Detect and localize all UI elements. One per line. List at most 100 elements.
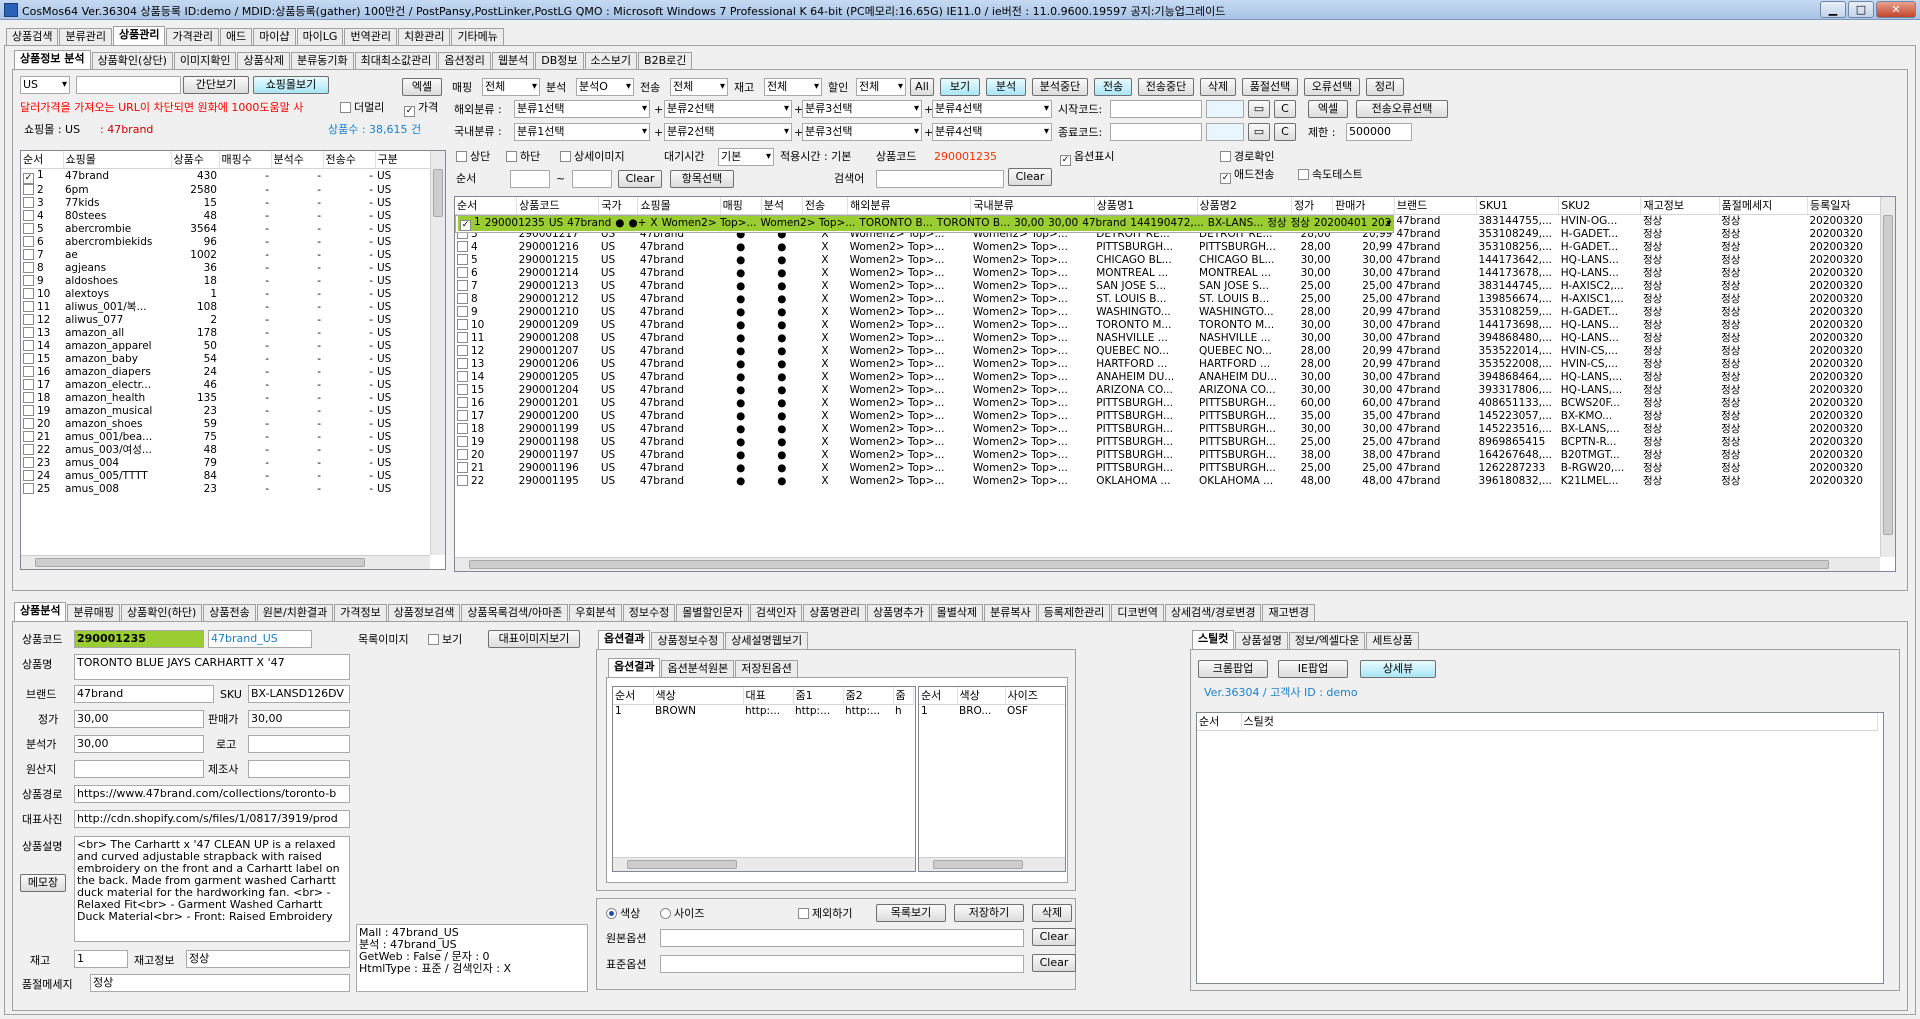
mall-col-header[interactable]: 순서 [21,151,64,169]
domestic-cat4[interactable]: 분류4선택 [932,123,1052,141]
product-col-header[interactable]: 쇼핑몰 [637,197,721,215]
option-right-table[interactable]: 순서색상사이즈정가판 1BRO...OSF30,0030, [918,686,1066,872]
row-checkbox[interactable] [457,305,468,317]
bottom-tab-19[interactable]: 재고변경 [1262,604,1315,621]
product-table-vscroll[interactable] [1880,197,1895,557]
bottom-tab-15[interactable]: 분류복사 [984,604,1037,621]
bottom-tab-4[interactable]: 원본/치환결과 [256,604,334,621]
table-row[interactable]: 11 290001208 US 47brand ● ● X Women2> Top>... Wo… [455,331,1895,345]
option-show-checkbox[interactable]: ✓ 옵션표시 [1060,150,1114,166]
option-col-header[interactable]: 순서 [613,687,654,705]
logo-field[interactable] [248,735,350,753]
table-row[interactable]: 18 amazon_health 135- - - US [21,391,431,405]
table-row[interactable]: ✓ 1 290001235 US 47brand ● ●+ X Women2> Top>... W… [455,214,1395,233]
still-tab-3[interactable]: 세트상품 [1366,632,1419,649]
option-col-header[interactable]: 색상 [957,687,1006,705]
main-tab-3[interactable]: 가격관리 [166,28,219,45]
wait-select[interactable]: 기본 [718,148,774,166]
row-checkbox[interactable] [457,266,468,278]
analysis-price-field[interactable]: 30,00 [74,735,204,753]
error-select-button[interactable]: 오류선택 [1304,78,1360,96]
order-clear-button[interactable]: Clear [618,170,662,188]
table-row[interactable]: 23 amus_004 79- - - US [21,456,431,470]
memo-button[interactable]: 메모장 [20,874,66,892]
option-left-table[interactable]: 순서 색상 대표 줌1 줌2 줌 1 BROWN http:... http:... http:.… [612,686,916,872]
sub-tab-0[interactable]: 상품정보 분석 [14,50,91,69]
product-col-header[interactable]: 등록일자 [1807,197,1882,215]
chrome-popup-button[interactable]: 크롬팝업 [1198,660,1268,678]
sub-tab-2[interactable]: 이미지확인 [173,52,237,69]
end-code-input[interactable] [1110,123,1202,141]
row-checkbox[interactable] [23,482,34,494]
original-clear-button[interactable]: Clear [1032,928,1076,946]
bottom-checkbox[interactable]: 하단 [506,150,540,164]
maximize-button[interactable]: □ [1848,1,1874,18]
bottom-tab-0[interactable]: 상품분석 [14,602,67,621]
product-table[interactable]: 순서 상품코드 국가 쇼핑몰 매핑 분석 전송 해외분류 국내분류 상품명1 상품명2 정가 판매가 브랜… [454,196,1896,572]
option-tab-2[interactable]: 상세설명웹보기 [725,632,809,649]
option-col-header[interactable]: 대표 [743,687,794,705]
row-checkbox[interactable] [23,326,34,338]
table-row[interactable]: 24 amus_005/TTTT 84- - - US [21,469,431,483]
domestic-cat2[interactable]: 분류2선택 [664,123,792,141]
table-row[interactable]: 17 amazon_electr... 46- - - US [21,378,431,392]
price-checkbox[interactable]: ✓ 가격 [404,101,438,117]
send-error-button[interactable]: 전송오류선택 [1356,100,1448,118]
ie-popup-button[interactable]: IE팝업 [1278,660,1348,678]
row-checkbox[interactable] [23,313,34,325]
row-checkbox[interactable] [457,435,468,447]
sub-tab-8[interactable]: DB정보 [535,52,584,69]
view-button[interactable]: 보기 [940,78,980,96]
table-row[interactable]: 16 amazon_diapers 24- - - US [21,365,431,379]
code-field[interactable]: 290001235 [74,630,204,648]
main-tab-5[interactable]: 마이샵 [253,28,296,45]
end-code-extra[interactable] [1206,123,1244,141]
row-checkbox[interactable] [457,409,468,421]
bottom-tab-17[interactable]: 디코번역 [1111,604,1164,621]
search-input[interactable] [876,170,1004,188]
row-checkbox[interactable] [23,248,34,260]
row-checkbox[interactable] [23,352,34,364]
mall-table[interactable]: 순서 쇼핑몰 상품수 매핑수 분석수 전송수 구분 ✓ 1 47brand 430- - - US 2 6p… [20,150,446,570]
mall-col-header[interactable]: 분석수 [271,151,324,169]
product-col-header[interactable]: 재고정보 [1640,197,1720,215]
main-tab-4[interactable]: 애드 [219,28,253,45]
row-checkbox[interactable] [23,196,34,208]
bottom-tab-13[interactable]: 상품명추가 [867,604,930,621]
sub-tab-4[interactable]: 분류동기화 [290,52,354,69]
row-checkbox[interactable] [23,391,34,403]
main-tab-6[interactable]: 마이LG [296,28,344,45]
product-col-header[interactable]: 매핑 [720,197,762,215]
sku-field[interactable]: BX-LANSD126DV [248,685,350,703]
mapping-select[interactable]: 전체 [482,78,540,96]
still-col-header[interactable]: 순서 [1197,713,1242,731]
domestic-cat1[interactable]: 분류1선택 [514,123,650,141]
row-checkbox[interactable] [457,474,468,486]
row-checkbox[interactable] [23,274,34,286]
domestic-cat3[interactable]: 분류3선택 [802,123,922,141]
overseas-cat4[interactable]: 분류4선택 [932,100,1052,118]
delete-button[interactable]: 삭제 [1200,78,1236,96]
sub-tab-9[interactable]: 소스보기 [584,52,638,69]
table-row[interactable]: 14 amazon_apparel 50- - - US [21,339,431,353]
overseas-cat3[interactable]: 분류3선택 [802,100,922,118]
mall-col-header[interactable]: 구분 [375,151,432,169]
table-row[interactable]: 14 290001205 US 47brand ● ● X Women2> Top>... Wo… [455,370,1895,384]
option-col-header[interactable]: 줌1 [793,687,844,705]
product-col-header[interactable]: 분석 [761,197,803,215]
option-delete-button[interactable]: 삭제 [1032,904,1072,922]
soldout-field[interactable]: 정상 [90,974,350,992]
bottom-tab-9[interactable]: 정보수정 [622,604,676,621]
table-row[interactable]: 13 amazon_all 178- - - US [21,326,431,340]
row-checkbox[interactable] [23,287,34,299]
row-checkbox[interactable] [457,344,468,356]
clear-start-button[interactable]: C [1274,100,1296,118]
bottom-tab-11[interactable]: 검색인자 [749,604,803,621]
product-col-header[interactable]: 브랜드 [1394,197,1478,215]
table-row[interactable]: 20 290001197 US 47brand ● ● X Women2> Top>... Wo… [455,448,1895,462]
transmit-button[interactable]: 전송 [1094,78,1132,96]
list-view-button[interactable]: 목록보기 [876,904,946,922]
product-col-header[interactable]: 상품명1 [1094,197,1198,215]
bottom-tab-3[interactable]: 상품전송 [203,604,256,621]
table-row[interactable]: 12 aliwus_077 2- - - US [21,313,431,327]
